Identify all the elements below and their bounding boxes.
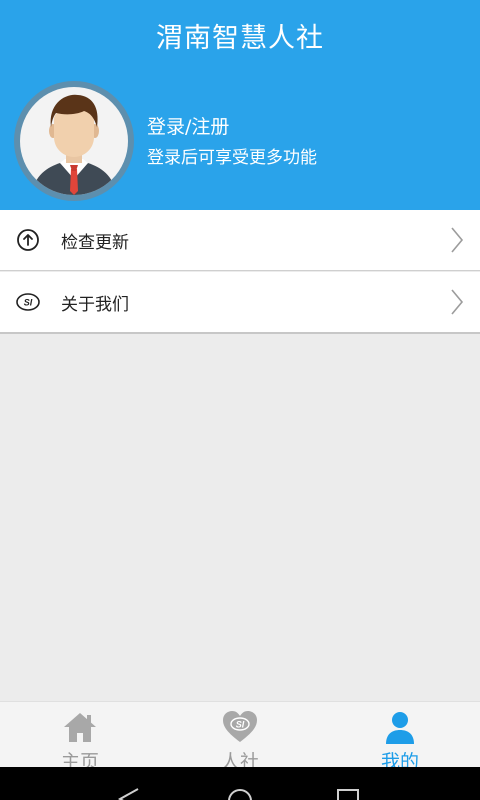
menu-item-about-us[interactable]: SI 关于我们 bbox=[0, 272, 480, 334]
home-icon bbox=[64, 713, 96, 742]
arrow-up-circle-icon bbox=[17, 229, 39, 251]
back-icon[interactable] bbox=[116, 787, 142, 800]
menu-item-label: 关于我们 bbox=[61, 295, 129, 315]
chevron-right-icon bbox=[451, 227, 464, 253]
menu-item-check-update[interactable]: 检查更新 bbox=[0, 210, 480, 271]
tab-home[interactable]: 主页 bbox=[0, 702, 160, 767]
avatar[interactable] bbox=[14, 81, 134, 201]
svg-text:SI: SI bbox=[24, 298, 33, 308]
app-title: 渭南智慧人社 bbox=[156, 23, 324, 54]
bottom-tab-bar: 主页 SI 人社 我的 bbox=[0, 701, 480, 767]
system-navigation-bar bbox=[0, 767, 480, 800]
recent-apps-icon[interactable] bbox=[336, 787, 360, 800]
tab-mine[interactable]: 我的 bbox=[320, 702, 480, 767]
menu-item-label: 检查更新 bbox=[61, 233, 129, 253]
settings-menu: 检查更新 SI 关于我们 bbox=[0, 210, 480, 334]
login-hint-text: 登录后可享受更多功能 bbox=[147, 148, 317, 168]
home-circle-icon[interactable] bbox=[226, 787, 254, 800]
person-icon bbox=[386, 712, 414, 744]
si-logo-icon: SI bbox=[16, 293, 40, 311]
tab-label: 人社 bbox=[220, 751, 259, 767]
tab-label: 我的 bbox=[380, 751, 419, 767]
avatar-image bbox=[20, 87, 128, 195]
chevron-right-icon bbox=[451, 289, 464, 315]
si-heart-icon: SI bbox=[223, 711, 257, 742]
tab-social-security[interactable]: SI 人社 bbox=[160, 702, 320, 767]
svg-text:SI: SI bbox=[236, 720, 245, 730]
tab-label: 主页 bbox=[60, 751, 99, 767]
login-register-link[interactable]: 登录/注册 bbox=[147, 112, 229, 139]
profile-header: 渭南智慧人社 登录/注册 登录后可享受更多功能 bbox=[0, 0, 480, 210]
